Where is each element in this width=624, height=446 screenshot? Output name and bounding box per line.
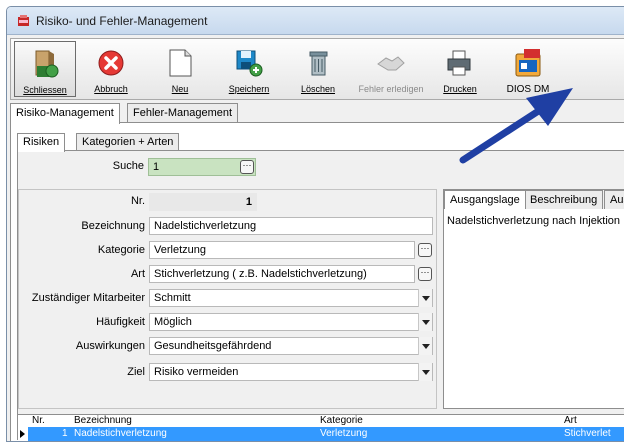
haeufigkeit-label: Häufigkeit <box>96 316 145 328</box>
search-picker-button[interactable]: ··· <box>240 160 254 174</box>
new-document-icon <box>169 49 192 77</box>
new-button[interactable]: Neu <box>149 41 211 97</box>
bezeichnung-label: Bezeichnung <box>81 220 145 232</box>
grid-header-bezeichnung[interactable]: Bezeichnung <box>74 415 132 427</box>
grid-header-nr[interactable]: Nr. <box>32 415 45 427</box>
cancel-button[interactable]: Abbruch <box>80 41 142 97</box>
mitarbeiter-dropdown-icon[interactable] <box>418 289 432 307</box>
art-label: Art <box>130 268 145 280</box>
tab-error-management[interactable]: Fehler-Management <box>127 103 239 123</box>
risk-grid: Nr. Bezeichnung Kategorie Art 1 Nadelsti… <box>18 414 624 441</box>
dios-dm-button-label: DIOS DM <box>506 84 550 95</box>
risk-form: Nr. 1 Bezeichnung Nadelstichverletzung K… <box>18 189 437 409</box>
cell-kategorie: Verletzung <box>320 428 368 439</box>
app-logo-icon <box>18 15 29 26</box>
ziel-label: Ziel <box>127 366 145 378</box>
nr-field: 1 <box>149 193 257 211</box>
print-button-label: Drucken <box>443 84 477 94</box>
ziel-dropdown-icon[interactable] <box>418 363 432 381</box>
kategorie-field: Verletzung <box>149 241 415 259</box>
dios-dm-pdf-icon <box>515 49 541 77</box>
art-field: Stichverletzung ( z.B. Nadelstichverletz… <box>149 265 415 283</box>
haeufigkeit-dropdown-icon[interactable] <box>418 313 432 331</box>
toolbar: Schliessen Abbruch Neu Speichern Löschen… <box>10 38 624 100</box>
close-button[interactable]: Schliessen <box>14 41 76 97</box>
haeufigkeit-select[interactable]: Möglich <box>149 313 433 331</box>
cell-bezeichnung: Nadelstichverletzung <box>74 428 167 439</box>
window-title: Risiko- und Fehler-Management <box>36 14 208 28</box>
auswirkungen-label: Auswirkungen <box>75 340 145 352</box>
new-button-label: Neu <box>171 84 189 94</box>
kategorie-label: Kategorie <box>97 244 145 256</box>
search-label: Suche <box>112 160 144 172</box>
risk-management-panel: Risiken Kategorien + Arten Suche 1 ··· N… <box>10 122 624 441</box>
cancel-button-label: Abbruch <box>94 84 128 94</box>
dios-dm-button[interactable]: DIOS DM <box>495 41 561 97</box>
tab-beschreibung[interactable]: Beschreibung <box>524 190 604 209</box>
search-row: Suche 1 ··· <box>18 151 624 183</box>
complete-error-button-label: Fehler erledigen <box>358 84 424 94</box>
grid-header-art[interactable]: Art <box>564 415 577 427</box>
main-tabs: Risiko-Management Fehler-Management <box>10 103 624 124</box>
delete-button-label: Löschen <box>300 84 336 94</box>
tab-risk-management[interactable]: Risiko-Management <box>10 103 120 124</box>
nr-label: Nr. <box>130 195 145 207</box>
cell-art: Stichverlet <box>564 428 611 439</box>
tab-ausgangslage[interactable]: Ausgangslage <box>444 190 526 209</box>
tab-risks[interactable]: Risiken <box>17 133 66 152</box>
bezeichnung-input[interactable]: Nadelstichverletzung <box>149 217 433 235</box>
tab-auswirkungen[interactable]: Auswir <box>604 190 624 209</box>
print-button[interactable]: Drucken <box>429 41 491 97</box>
risks-panel: Suche 1 ··· Nr. 1 Bezeichnung Nadelstich… <box>17 150 624 441</box>
auswirkungen-dropdown-icon[interactable] <box>418 337 432 355</box>
grid-header-kategorie[interactable]: Kategorie <box>320 415 363 427</box>
save-disk-icon <box>236 50 263 77</box>
cancel-x-icon <box>98 50 124 76</box>
mitarbeiter-select[interactable]: Schmitt <box>149 289 433 307</box>
complete-error-button[interactable]: Fehler erledigen <box>356 41 426 97</box>
art-picker-button[interactable]: ··· <box>418 267 432 281</box>
exit-door-icon <box>35 50 59 78</box>
cell-nr: 1 <box>62 428 68 439</box>
mitarbeiter-label: Zuständiger Mitarbeiter <box>31 292 145 304</box>
app-window: Risiko- und Fehler-Management Schliessen… <box>6 6 624 442</box>
kategorie-picker-button[interactable]: ··· <box>418 243 432 257</box>
detail-text[interactable]: Nadelstichverletzung nach Injektion <box>447 215 620 227</box>
handshake-icon <box>377 56 405 71</box>
auswirkungen-select[interactable]: Gesundheitsgefährdend <box>149 337 433 355</box>
row-pointer-icon <box>20 430 25 438</box>
sub-tabs: Risiken Kategorien + Arten <box>17 133 624 152</box>
detail-tabs: Ausgangslage Beschreibung Auswir <box>444 190 624 209</box>
close-button-label: Schliessen <box>23 85 67 95</box>
trash-icon <box>309 51 328 76</box>
printer-icon <box>447 50 471 76</box>
save-button[interactable]: Speichern <box>218 41 280 97</box>
ziel-select[interactable]: Risiko vermeiden <box>149 363 433 381</box>
tab-categories-types[interactable]: Kategorien + Arten <box>76 133 180 151</box>
delete-button[interactable]: Löschen <box>287 41 349 97</box>
save-button-label: Speichern <box>228 84 270 94</box>
detail-panel: Ausgangslage Beschreibung Auswir Nadelst… <box>443 189 624 409</box>
table-row[interactable]: 1 Nadelstichverletzung Verletzung Stichv… <box>28 427 624 441</box>
title-bar: Risiko- und Fehler-Management <box>7 7 624 35</box>
